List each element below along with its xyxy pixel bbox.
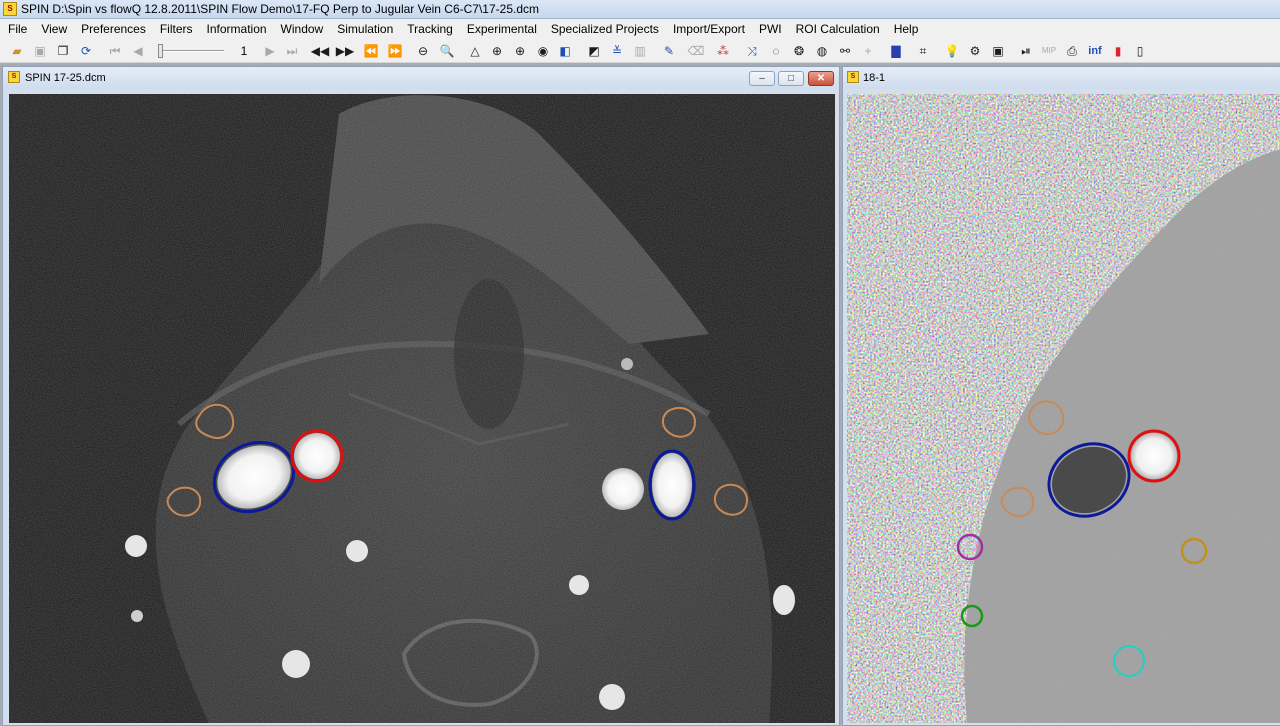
camera-icon[interactable]: ▣ [989, 42, 1007, 60]
menu-roi-calculation[interactable]: ROI Calculation [789, 19, 887, 39]
menu-bar: File View Preferences Filters Informatio… [0, 19, 1280, 39]
open-folder-icon[interactable]: ▰ [8, 42, 26, 60]
rewind-icon[interactable]: ◀◀ [311, 42, 329, 60]
crosshair-icon[interactable]: ⊕ [511, 42, 529, 60]
menu-help[interactable]: Help [887, 19, 926, 39]
last-frame-icon[interactable]: ⏭ [283, 42, 301, 60]
maximize-button[interactable]: □ [778, 71, 804, 86]
frame-slider[interactable] [156, 43, 226, 59]
menu-filters[interactable]: Filters [153, 19, 200, 39]
image-window-left[interactable]: S SPIN 17-25.dcm – □ ✕ [2, 66, 840, 726]
zoom-out-icon[interactable]: 🔍 [438, 42, 456, 60]
mri-magnitude-image[interactable] [9, 94, 835, 723]
eraser-icon[interactable]: ⌫ [687, 42, 705, 60]
layers-icon[interactable]: ◧ [556, 42, 574, 60]
vessel-right-jugular [652, 453, 692, 517]
app-icon: S [3, 2, 17, 16]
flow-icon[interactable]: ⚯ [836, 42, 854, 60]
cross-icon[interactable]: + [859, 42, 877, 60]
menu-experimental[interactable]: Experimental [460, 19, 544, 39]
zoom-fit-icon[interactable]: ⊖ [414, 42, 432, 60]
points-icon[interactable]: ⁂ [714, 42, 732, 60]
circle-roi-icon[interactable]: ◉ [534, 42, 552, 60]
smooth-icon[interactable]: ◌ [767, 42, 785, 60]
cine-icon[interactable]: ⏯ [1017, 42, 1035, 60]
pen-icon[interactable]: ✎ [660, 42, 678, 60]
menu-pwi[interactable]: PWI [752, 19, 789, 39]
toolbar: ▰ ▣ ❐ ⟳ ⏮ ◀ 1 ▶ ⏭ ◀◀ ▶▶ ⏪ ⏩ ⊖ 🔍 △ ⊕ ⊕ ◉ … [0, 39, 1280, 63]
bulb-icon[interactable]: 💡 [943, 42, 961, 60]
histogram-icon[interactable]: △ [466, 42, 484, 60]
contour-icon[interactable]: ❂ [790, 42, 808, 60]
menu-window[interactable]: Window [274, 19, 331, 39]
fast-forward-icon[interactable]: ▶▶ [336, 42, 354, 60]
mip-icon[interactable]: MIP [1040, 42, 1058, 60]
contrast-icon[interactable]: ◩ [585, 42, 603, 60]
menu-simulation[interactable]: Simulation [330, 19, 400, 39]
menu-view[interactable]: View [34, 19, 74, 39]
menu-information[interactable]: Information [200, 19, 274, 39]
menu-tracking[interactable]: Tracking [400, 19, 460, 39]
blob-icon[interactable]: ◍ [813, 42, 831, 60]
menu-specialized-projects[interactable]: Specialized Projects [544, 19, 666, 39]
zoom-in-icon[interactable]: ⊕ [488, 42, 506, 60]
puzzle-icon[interactable]: ⚙ [966, 42, 984, 60]
print-icon[interactable]: ⎙ [1063, 42, 1081, 60]
child-title-bar-right[interactable]: S 18-1 [843, 67, 1280, 89]
mdi-workspace: S SPIN 17-25.dcm – □ ✕ S 18-1 [0, 64, 1280, 726]
next-frame-icon[interactable]: ▶ [261, 42, 279, 60]
save-icon[interactable]: ▣ [31, 42, 49, 60]
menu-preferences[interactable]: Preferences [74, 19, 153, 39]
child-title-bar[interactable]: S SPIN 17-25.dcm – □ ✕ [3, 67, 839, 89]
title-bar: S SPIN D:\Spin vs flowQ 12.8.2011\SPIN F… [0, 0, 1280, 19]
prev-frame-icon[interactable]: ◀ [129, 42, 147, 60]
frame-slider-thumb[interactable] [158, 44, 163, 58]
trace-icon[interactable]: ⤨ [743, 42, 761, 60]
info-icon[interactable]: inf [1086, 42, 1104, 60]
minimize-button[interactable]: – [749, 71, 775, 86]
child-window-title-right: 18-1 [863, 72, 886, 84]
child-window-title: SPIN 17-25.dcm [25, 72, 106, 84]
close-button[interactable]: ✕ [808, 71, 834, 86]
levels-icon[interactable]: ≚ [608, 42, 626, 60]
measure-icon[interactable]: ▯ [1131, 42, 1149, 60]
vessel-right-carotid [602, 468, 644, 510]
phase-window-icon: S [847, 71, 859, 83]
chart-icon[interactable]: ▇ [887, 42, 905, 60]
step-back-icon[interactable]: ⏪ [362, 42, 380, 60]
copy-icon[interactable]: ❐ [54, 42, 72, 60]
image-window-right[interactable]: S 18-1 [842, 66, 1280, 726]
step-forward-icon[interactable]: ⏩ [386, 42, 404, 60]
window-title: SPIN D:\Spin vs flowQ 12.8.2011\SPIN Flo… [21, 2, 540, 16]
image-window-icon: S [8, 71, 20, 83]
colorbar-icon[interactable]: ▮ [1109, 42, 1127, 60]
first-frame-icon[interactable]: ⏮ [106, 42, 124, 60]
frame-number: 1 [240, 44, 248, 58]
crop-icon[interactable]: ⌗ [914, 42, 932, 60]
menu-file[interactable]: File [1, 19, 34, 39]
bars-icon[interactable]: ▥ [631, 42, 649, 60]
mri-phase-image[interactable] [847, 94, 1280, 723]
menu-import-export[interactable]: Import/Export [666, 19, 752, 39]
refresh-icon[interactable]: ⟳ [77, 42, 95, 60]
phase-artery [1131, 433, 1177, 479]
vessel-left-carotid [294, 433, 340, 479]
